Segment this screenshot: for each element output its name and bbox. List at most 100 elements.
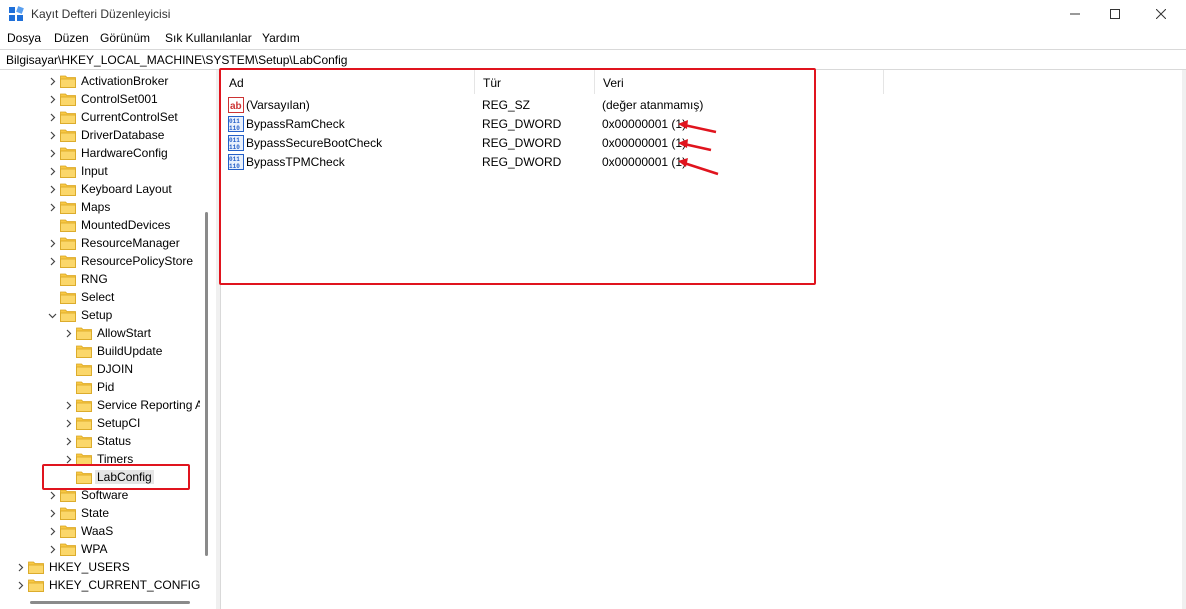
menu-edit[interactable]: Düzen	[54, 31, 89, 45]
chevron-right-icon[interactable]	[44, 198, 60, 216]
menu-file[interactable]: Dosya	[7, 31, 41, 45]
tree-item[interactable]: Maps	[44, 198, 110, 216]
value-list[interactable]: Ad Tür Veri ab (Varsayılan) REG_SZ (değer a…	[220, 70, 1186, 609]
menu-favorites[interactable]: Sık Kullanılanlar	[165, 31, 252, 45]
chevron-right-icon[interactable]	[60, 414, 76, 432]
tree-item[interactable]: HKEY_USERS	[12, 558, 130, 576]
chevron-right-icon[interactable]	[44, 144, 60, 162]
tree-item[interactable]: Setup	[44, 306, 112, 324]
column-header-type[interactable]: Tür	[475, 70, 595, 94]
value-row[interactable]: 011 110 BypassRamCheck REG_DWORD 0x00000001 …	[221, 115, 821, 134]
chevron-right-icon[interactable]	[44, 162, 60, 180]
folder-icon	[60, 506, 76, 520]
tree-item[interactable]: Keyboard Layout	[44, 180, 172, 198]
chevron-right-icon[interactable]	[44, 180, 60, 198]
value-name: BypassSecureBootCheck	[246, 136, 383, 150]
address-path[interactable]: Bilgisayar\HKEY_LOCAL_MACHINE\SYSTEM\Set…	[6, 53, 347, 67]
close-button[interactable]	[1138, 0, 1184, 28]
tree-item[interactable]: AllowStart	[60, 324, 151, 342]
key-tree[interactable]: ActivationBroker ControlSet001 CurrentCont…	[0, 70, 216, 609]
tree-item[interactable]: State	[44, 504, 109, 522]
tree-item[interactable]: ActivationBroker	[44, 72, 168, 90]
folder-icon	[60, 272, 76, 286]
tree-item-label: WaaS	[81, 524, 114, 538]
chevron-right-icon[interactable]	[60, 450, 76, 468]
tree-item[interactable]: DriverDatabase	[44, 126, 164, 144]
column-header-data[interactable]: Veri	[595, 70, 884, 94]
value-row[interactable]: ab (Varsayılan) REG_SZ (değer atanmamış)	[221, 96, 821, 115]
tree-item-label: Pid	[97, 380, 115, 394]
maximize-button[interactable]	[1092, 0, 1138, 28]
tree-item[interactable]: ResourceManager	[44, 234, 180, 252]
value-type: REG_DWORD	[482, 136, 562, 150]
tree-item[interactable]: BuildUpdate	[60, 342, 162, 360]
chevron-right-icon[interactable]	[12, 558, 28, 576]
tree-item[interactable]: CurrentControlSet	[44, 108, 178, 126]
tree-item[interactable]: ControlSet001	[44, 90, 158, 108]
dword-value-icon: 011 110	[228, 135, 244, 151]
tree-vertical-scroll-thumb[interactable]	[205, 212, 208, 556]
tree-item-label: ResourceManager	[81, 236, 180, 250]
folder-icon	[76, 470, 92, 484]
regedit-app-icon	[9, 6, 24, 21]
tree-item[interactable]: Status	[60, 432, 131, 450]
tree-item[interactable]: SetupCI	[60, 414, 140, 432]
chevron-right-icon[interactable]	[44, 540, 60, 558]
address-bar[interactable]: Bilgisayar\HKEY_LOCAL_MACHINE\SYSTEM\Set…	[0, 49, 1186, 70]
tree-vertical-scrollbar[interactable]	[200, 70, 216, 598]
chevron-right-icon[interactable]	[60, 396, 76, 414]
tree-item[interactable]: DJOIN	[60, 360, 133, 378]
value-row[interactable]: 011 110 BypassTPMCheck REG_DWORD 0x00000001 …	[221, 153, 821, 172]
chevron-right-icon[interactable]	[44, 252, 60, 270]
chevron-right-icon[interactable]	[44, 522, 60, 540]
tree-item[interactable]: ResourcePolicyStore	[44, 252, 193, 270]
tree-item[interactable]: WaaS	[44, 522, 113, 540]
tree-item-label: SetupCI	[97, 416, 141, 430]
tree-item[interactable]: Software	[44, 486, 128, 504]
svg-text:110: 110	[229, 163, 240, 170]
tree-item[interactable]: Input	[44, 162, 108, 180]
chevron-right-icon[interactable]	[44, 90, 60, 108]
tree-item[interactable]: Service Reporting A	[60, 396, 203, 414]
tree-item-label: DriverDatabase	[81, 128, 165, 142]
tree-horizontal-scroll-thumb[interactable]	[30, 601, 190, 604]
tree-item[interactable]: Timers	[60, 450, 133, 468]
chevron-right-icon[interactable]	[44, 126, 60, 144]
chevron-right-icon[interactable]	[12, 576, 28, 594]
tree-item[interactable]: HKEY_CURRENT_CONFIG	[12, 576, 200, 594]
tree-item[interactable]: HardwareConfig	[44, 144, 168, 162]
value-name: (Varsayılan)	[246, 98, 310, 112]
chevron-right-icon[interactable]	[44, 108, 60, 126]
value-data: 0x00000001 (1)	[602, 117, 687, 131]
chevron-down-icon[interactable]	[44, 306, 60, 324]
menu-help[interactable]: Yardım	[262, 31, 300, 45]
tree-item-label: HKEY_CURRENT_CONFIG	[49, 578, 201, 592]
tree-horizontal-scrollbar[interactable]	[0, 597, 216, 609]
tree-item[interactable]: Select	[44, 288, 114, 306]
tree-item[interactable]: MountedDevices	[44, 216, 170, 234]
tree-item[interactable]: RNG	[44, 270, 108, 288]
chevron-right-icon[interactable]	[44, 486, 60, 504]
tree-item-label: Status	[97, 434, 132, 448]
title-bar: Kayıt Defteri Düzenleyicisi	[0, 0, 1186, 28]
chevron-right-icon[interactable]	[60, 432, 76, 450]
chevron-right-icon[interactable]	[44, 234, 60, 252]
svg-text:110: 110	[229, 125, 240, 132]
column-header-name[interactable]: Ad	[221, 70, 475, 94]
close-icon	[1156, 9, 1166, 19]
folder-icon	[60, 128, 76, 142]
chevron-right-icon[interactable]	[44, 72, 60, 90]
chevron-right-icon[interactable]	[44, 504, 60, 522]
value-row[interactable]: 011 110 BypassSecureBootCheck REG_DWORD 0x00…	[221, 134, 821, 153]
chevron-right-icon[interactable]	[60, 324, 76, 342]
tree-item[interactable]: Pid	[60, 378, 114, 396]
menu-view[interactable]: Görünüm	[100, 31, 150, 45]
svg-text:110: 110	[229, 144, 240, 151]
tree-item-label: Maps	[81, 200, 111, 214]
tree-item-label: CurrentControlSet	[81, 110, 178, 124]
svg-text:011: 011	[229, 156, 240, 163]
tree-item[interactable]: WPA	[44, 540, 107, 558]
tree-item[interactable]: LabConfig	[60, 468, 154, 486]
value-data: 0x00000001 (1)	[602, 136, 687, 150]
